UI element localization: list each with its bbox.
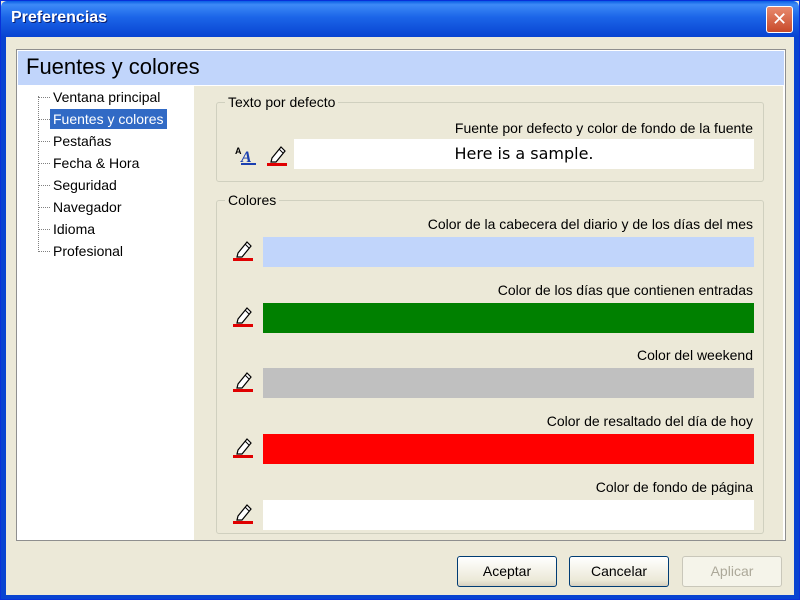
- tree-item-navegador[interactable]: Navegador: [50, 197, 125, 217]
- font-sample-box: Here is a sample.: [294, 139, 754, 169]
- font-sample-text: Here is a sample.: [454, 144, 594, 163]
- default-text-group: Texto por defecto Fuente por defecto y c…: [216, 94, 764, 182]
- close-button[interactable]: ✕: [766, 6, 793, 33]
- group-legend: Texto por defecto: [225, 94, 339, 110]
- color-label: Color de la cabecera del diario y de los…: [427, 216, 753, 232]
- section-title: Fuentes y colores: [26, 54, 200, 79]
- tree-item-fuentes-y-colores[interactable]: Fuentes y colores: [50, 109, 167, 129]
- tree-item-idioma[interactable]: Idioma: [50, 219, 98, 239]
- tree-connector: [38, 119, 50, 120]
- window-title: Preferencias: [11, 9, 108, 26]
- color-swatch[interactable]: [263, 237, 754, 267]
- color-label: Color de fondo de página: [595, 479, 753, 495]
- preferences-window: Preferencias ✕ Fuentes y colores Ventana…: [0, 0, 800, 600]
- colors-group: Colores Color de la cabecera del diario …: [216, 192, 764, 534]
- window-frame-left: [1, 37, 6, 599]
- color-swatch[interactable]: [263, 368, 754, 398]
- tree-connector: [38, 141, 50, 142]
- accept-button[interactable]: Aceptar: [457, 556, 557, 587]
- tree-connector: [38, 97, 50, 98]
- pencil-icon[interactable]: [232, 370, 254, 392]
- window-frame-right: [794, 37, 799, 599]
- tree-connector: [38, 251, 50, 252]
- tree-item-fecha-hora[interactable]: Fecha & Hora: [50, 153, 142, 173]
- pencil-icon[interactable]: [232, 305, 254, 327]
- close-icon: ✕: [771, 9, 788, 29]
- settings-panel: Texto por defecto Fuente por defecto y c…: [194, 86, 783, 540]
- content-area: Fuentes y colores Ventana principal Fuen…: [16, 49, 786, 541]
- title-bar[interactable]: Preferencias ✕: [1, 1, 799, 37]
- color-label: Color de los días que contienen entradas: [497, 282, 753, 298]
- category-tree: Ventana principal Fuentes y colores Pest…: [18, 86, 194, 540]
- color-swatch[interactable]: [263, 500, 754, 530]
- pencil-icon[interactable]: [266, 144, 288, 166]
- group-legend: Colores: [225, 192, 280, 208]
- color-swatch[interactable]: [263, 303, 754, 333]
- color-swatch[interactable]: [263, 434, 754, 464]
- tree-item-ventana-principal[interactable]: Ventana principal: [50, 87, 163, 107]
- tree-item-seguridad[interactable]: Seguridad: [50, 175, 120, 195]
- pencil-icon[interactable]: [232, 502, 254, 524]
- tree-connector: [38, 207, 50, 208]
- pencil-icon[interactable]: [232, 436, 254, 458]
- font-icon[interactable]: A A: [234, 144, 258, 166]
- tree-item-pestanas[interactable]: Pestañas: [50, 131, 114, 151]
- window-frame-bottom: [1, 595, 799, 599]
- color-label: Color de resaltado del día de hoy: [546, 413, 753, 429]
- default-font-label: Fuente por defecto y color de fondo de l…: [454, 120, 753, 136]
- apply-button[interactable]: Aplicar: [682, 556, 782, 587]
- section-header: Fuentes y colores: [18, 51, 784, 85]
- color-label: Color del weekend: [637, 347, 753, 363]
- tree-item-profesional[interactable]: Profesional: [50, 241, 126, 261]
- tree-connector: [38, 163, 50, 164]
- tree-connector: [38, 185, 50, 186]
- cancel-button[interactable]: Cancelar: [569, 556, 669, 587]
- pencil-icon[interactable]: [232, 239, 254, 261]
- tree-connector: [38, 229, 50, 230]
